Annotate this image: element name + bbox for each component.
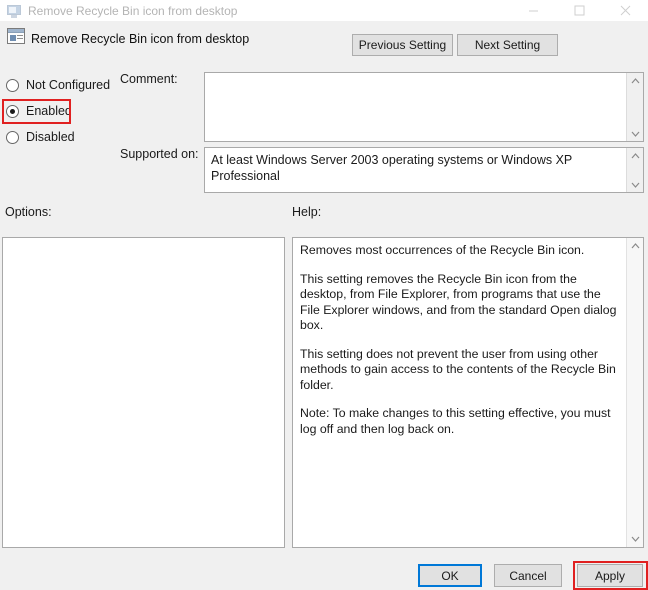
policy-state-radio-group: Not Configured Enabled Disabled (6, 74, 110, 152)
radio-label: Enabled (26, 104, 72, 118)
radio-indicator (6, 130, 19, 144)
policy-setting-icon (6, 3, 22, 19)
chevron-down-icon[interactable] (627, 531, 644, 547)
radio-indicator (6, 78, 19, 92)
comment-field[interactable] (204, 72, 644, 142)
comment-input[interactable] (205, 73, 626, 141)
window-title: Remove Recycle Bin icon from desktop (28, 3, 238, 18)
radio-not-configured[interactable]: Not Configured (6, 74, 110, 96)
radio-label: Disabled (26, 130, 75, 144)
next-setting-button[interactable]: Next Setting (457, 34, 558, 56)
supported-on-scrollbar[interactable] (626, 148, 643, 192)
help-text: Removes most occurrences of the Recycle … (293, 238, 626, 547)
chevron-up-icon[interactable] (627, 73, 644, 88)
help-scrollbar[interactable] (626, 238, 643, 547)
comment-label: Comment: (120, 72, 178, 86)
close-icon[interactable] (602, 0, 648, 21)
options-panel[interactable] (2, 237, 285, 548)
previous-setting-button[interactable]: Previous Setting (352, 34, 453, 56)
options-label: Options: (5, 205, 52, 219)
help-label: Help: (292, 205, 322, 219)
radio-label: Not Configured (26, 78, 111, 92)
help-panel: Removes most occurrences of the Recycle … (292, 237, 644, 548)
window-titlebar: Remove Recycle Bin icon from desktop (0, 0, 648, 21)
chevron-down-icon[interactable] (627, 177, 644, 192)
radio-enabled[interactable]: Enabled (6, 100, 110, 122)
help-paragraph: This setting does not prevent the user f… (300, 346, 616, 392)
supported-on-field: At least Windows Server 2003 operating s… (204, 147, 644, 193)
ok-button[interactable]: OK (418, 564, 482, 587)
help-paragraph: Removes most occurrences of the Recycle … (300, 243, 585, 257)
help-paragraph: This setting removes the Recycle Bin ico… (300, 271, 617, 333)
minimize-icon[interactable] (510, 0, 556, 21)
comment-scrollbar[interactable] (626, 73, 643, 141)
supported-on-label: Supported on: (120, 147, 199, 161)
radio-disabled[interactable]: Disabled (6, 126, 110, 148)
page-title: Remove Recycle Bin icon from desktop (31, 32, 250, 46)
policy-setting-icon (7, 28, 25, 44)
chevron-down-icon[interactable] (627, 126, 644, 141)
window-controls (510, 0, 648, 21)
supported-on-text: At least Windows Server 2003 operating s… (211, 153, 573, 183)
help-paragraph: Note: To make changes to this setting ef… (300, 406, 611, 436)
chevron-up-icon[interactable] (627, 238, 644, 254)
chevron-up-icon[interactable] (627, 148, 644, 163)
maximize-icon[interactable] (556, 0, 602, 21)
radio-indicator (6, 104, 19, 118)
cancel-button[interactable]: Cancel (494, 564, 562, 587)
apply-button[interactable]: Apply (577, 564, 643, 587)
